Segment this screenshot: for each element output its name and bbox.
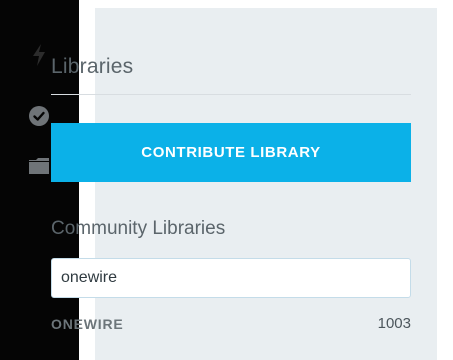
panel-background [95,8,437,360]
library-name: ONEWIRE [51,316,124,332]
folder-icon[interactable] [27,154,51,178]
page-title: Libraries [51,55,134,78]
flash-icon[interactable] [27,43,51,67]
library-result-row[interactable]: ONEWIRE 1003 [51,314,411,338]
library-install-count: 1003 [377,315,411,332]
library-search-input[interactable] [51,258,411,298]
community-libraries-label: Community Libraries [51,218,226,239]
check-circle-icon[interactable] [27,104,51,128]
contribute-library-button[interactable]: CONTRIBUTE LIBRARY [51,123,411,182]
title-divider [51,94,411,95]
